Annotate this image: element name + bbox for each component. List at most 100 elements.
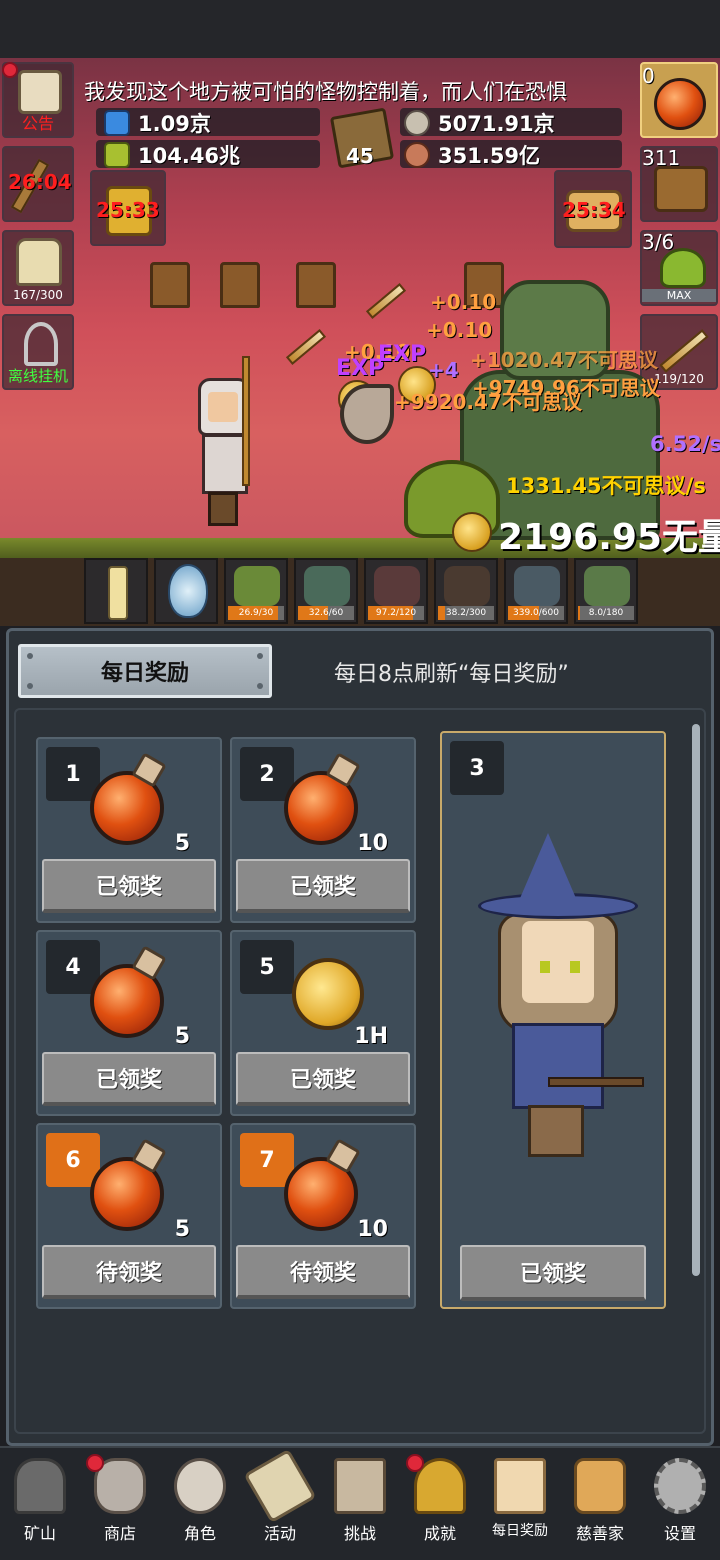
nav-philanthropist[interactable]: 慈善家 bbox=[560, 1448, 640, 1560]
monster-hp: 8.0/180 bbox=[588, 608, 624, 618]
exp-rate: 6.52/s bbox=[650, 432, 720, 456]
bread-timer: 25:34 bbox=[562, 198, 626, 222]
green-potion-value: 104.46兆 bbox=[138, 144, 241, 168]
reward-quantity: 10 bbox=[357, 831, 388, 856]
gear-icon bbox=[654, 1458, 706, 1514]
map-icon bbox=[334, 1458, 386, 1514]
float-text: +4 bbox=[428, 358, 459, 382]
gold-rate: 1331.45不可思议/s bbox=[506, 474, 706, 498]
pending-claim-button[interactable]: 待领奖 bbox=[236, 1245, 410, 1299]
loot-chest[interactable] bbox=[296, 262, 336, 308]
status-strip bbox=[0, 0, 720, 58]
monster-slot[interactable]: 97.2/120 bbox=[364, 558, 428, 624]
alert-dot bbox=[406, 1454, 424, 1472]
green-potion-icon bbox=[104, 142, 130, 168]
monster-slot[interactable]: 26.9/30 bbox=[224, 558, 288, 624]
nav-label: 每日奖励 bbox=[492, 1523, 548, 1539]
candle-slot[interactable] bbox=[84, 558, 148, 624]
potion-icon bbox=[90, 1138, 167, 1231]
skull-icon bbox=[174, 1458, 226, 1514]
nav-mine[interactable]: 矿山 bbox=[0, 1448, 80, 1560]
hero-face bbox=[208, 392, 238, 422]
reward-card: 4 5 已领奖 bbox=[36, 930, 222, 1116]
monster-hp-bar: 339.0/600 bbox=[508, 606, 564, 620]
reward-quantity: 5 bbox=[174, 1024, 190, 1049]
nav-label: 慈善家 bbox=[575, 1524, 624, 1543]
envelope-icon bbox=[494, 1458, 546, 1514]
nav-label: 活动 bbox=[263, 1524, 296, 1543]
bottom-nav: 矿山 商店 角色 活动 挑战 成就 每日奖励 慈善家 设置 bbox=[0, 1446, 720, 1560]
scrollbar[interactable] bbox=[692, 724, 700, 1276]
torch-timer: 26:04 bbox=[8, 170, 72, 194]
claimed-button[interactable]: 已领奖 bbox=[236, 859, 410, 913]
key-icon bbox=[24, 322, 58, 366]
monster-slot[interactable]: 339.0/600 bbox=[504, 558, 568, 624]
gold-coin-icon bbox=[284, 950, 364, 1036]
tab-label: 每日奖励 bbox=[100, 661, 189, 686]
nav-settings[interactable]: 设置 bbox=[640, 1448, 720, 1560]
exp-text: EXP bbox=[336, 356, 385, 381]
claimed-button[interactable]: 已领奖 bbox=[42, 1052, 216, 1106]
goblin-monster-icon bbox=[584, 566, 630, 606]
egg-slot[interactable] bbox=[154, 558, 218, 624]
reward-card: 7 10 待领奖 bbox=[230, 1123, 416, 1309]
stone-value: 5071.91京 bbox=[438, 112, 555, 136]
claimed-button[interactable]: 已领奖 bbox=[42, 859, 216, 913]
monster-slot[interactable]: 8.0/180 bbox=[574, 558, 638, 624]
scroll-icon bbox=[18, 70, 62, 114]
nav-label: 设置 bbox=[663, 1524, 696, 1543]
blue-potion-resource: 1.09京 bbox=[104, 108, 211, 138]
loot-chest[interactable] bbox=[150, 262, 190, 308]
claimed-button[interactable]: 已领奖 bbox=[460, 1245, 646, 1301]
loot-chest[interactable] bbox=[220, 262, 260, 308]
offline-label: 离线挂机 bbox=[7, 367, 68, 385]
ghoul-monster-icon bbox=[514, 566, 560, 606]
pending-claim-button[interactable]: 待领奖 bbox=[42, 1245, 216, 1299]
potion-icon bbox=[90, 752, 167, 845]
green-potion-resource: 104.46兆 bbox=[104, 140, 240, 170]
monster-hp-bar: 38.2/300 bbox=[438, 606, 494, 620]
nav-label: 角色 bbox=[183, 1524, 216, 1543]
alert-dot bbox=[86, 1454, 104, 1472]
reward-card: 2 10 已领奖 bbox=[230, 737, 416, 923]
nav-shop[interactable]: 商店 bbox=[80, 1448, 160, 1560]
nav-label: 矿山 bbox=[23, 1524, 56, 1543]
nav-challenge[interactable]: 挑战 bbox=[320, 1448, 400, 1560]
beer-slot[interactable]: 167/300 bbox=[2, 230, 74, 306]
nav-achievement[interactable]: 成就 bbox=[400, 1448, 480, 1560]
monster-bar: 26.9/30 32.6/60 97.2/120 38.2/300 339.0/… bbox=[84, 558, 638, 624]
meat-value: 351.59亿 bbox=[438, 144, 541, 168]
float-text: +0.10 bbox=[430, 290, 497, 314]
exp-text: EXP bbox=[378, 342, 427, 367]
nav-label: 商店 bbox=[103, 1524, 136, 1543]
nav-character[interactable]: 角色 bbox=[160, 1448, 240, 1560]
candle-icon bbox=[108, 566, 128, 620]
monster-hp: 97.2/120 bbox=[375, 608, 417, 618]
meat-icon bbox=[404, 142, 430, 168]
claimed-button[interactable]: 已领奖 bbox=[236, 1052, 410, 1106]
beer-icon bbox=[16, 238, 62, 286]
witch-character-icon bbox=[478, 833, 644, 1163]
bread-icon bbox=[574, 1458, 626, 1514]
hero-legs bbox=[208, 492, 238, 526]
slime-count: 3/6 bbox=[642, 230, 675, 254]
tab-daily-reward[interactable]: 每日奖励 bbox=[18, 644, 272, 698]
monster-slot[interactable]: 32.6/60 bbox=[294, 558, 358, 624]
monster-hp: 339.0/600 bbox=[513, 608, 559, 618]
monster-hp-bar: 26.9/30 bbox=[228, 606, 284, 620]
monster-hp: 32.6/60 bbox=[308, 608, 344, 618]
beer-count: 167/300 bbox=[13, 288, 63, 302]
potion-count: 0 bbox=[642, 64, 655, 88]
slime-monster-icon bbox=[234, 566, 280, 606]
nav-label: 成就 bbox=[423, 1524, 456, 1543]
nav-daily-reward[interactable]: 每日奖励 bbox=[480, 1448, 560, 1560]
float-text: +1020.47不可思议 bbox=[470, 348, 658, 372]
notice-label: 公告 bbox=[21, 114, 54, 133]
reward-card: 1 5 已领奖 bbox=[36, 737, 222, 923]
monster-slot[interactable]: 38.2/300 bbox=[434, 558, 498, 624]
nav-event[interactable]: 活动 bbox=[240, 1448, 320, 1560]
offline-button[interactable]: 离线挂机 bbox=[2, 314, 74, 390]
gold-coin-icon bbox=[452, 512, 492, 552]
float-text: +0.10 bbox=[426, 318, 493, 342]
zombie-monster-icon bbox=[304, 566, 350, 606]
